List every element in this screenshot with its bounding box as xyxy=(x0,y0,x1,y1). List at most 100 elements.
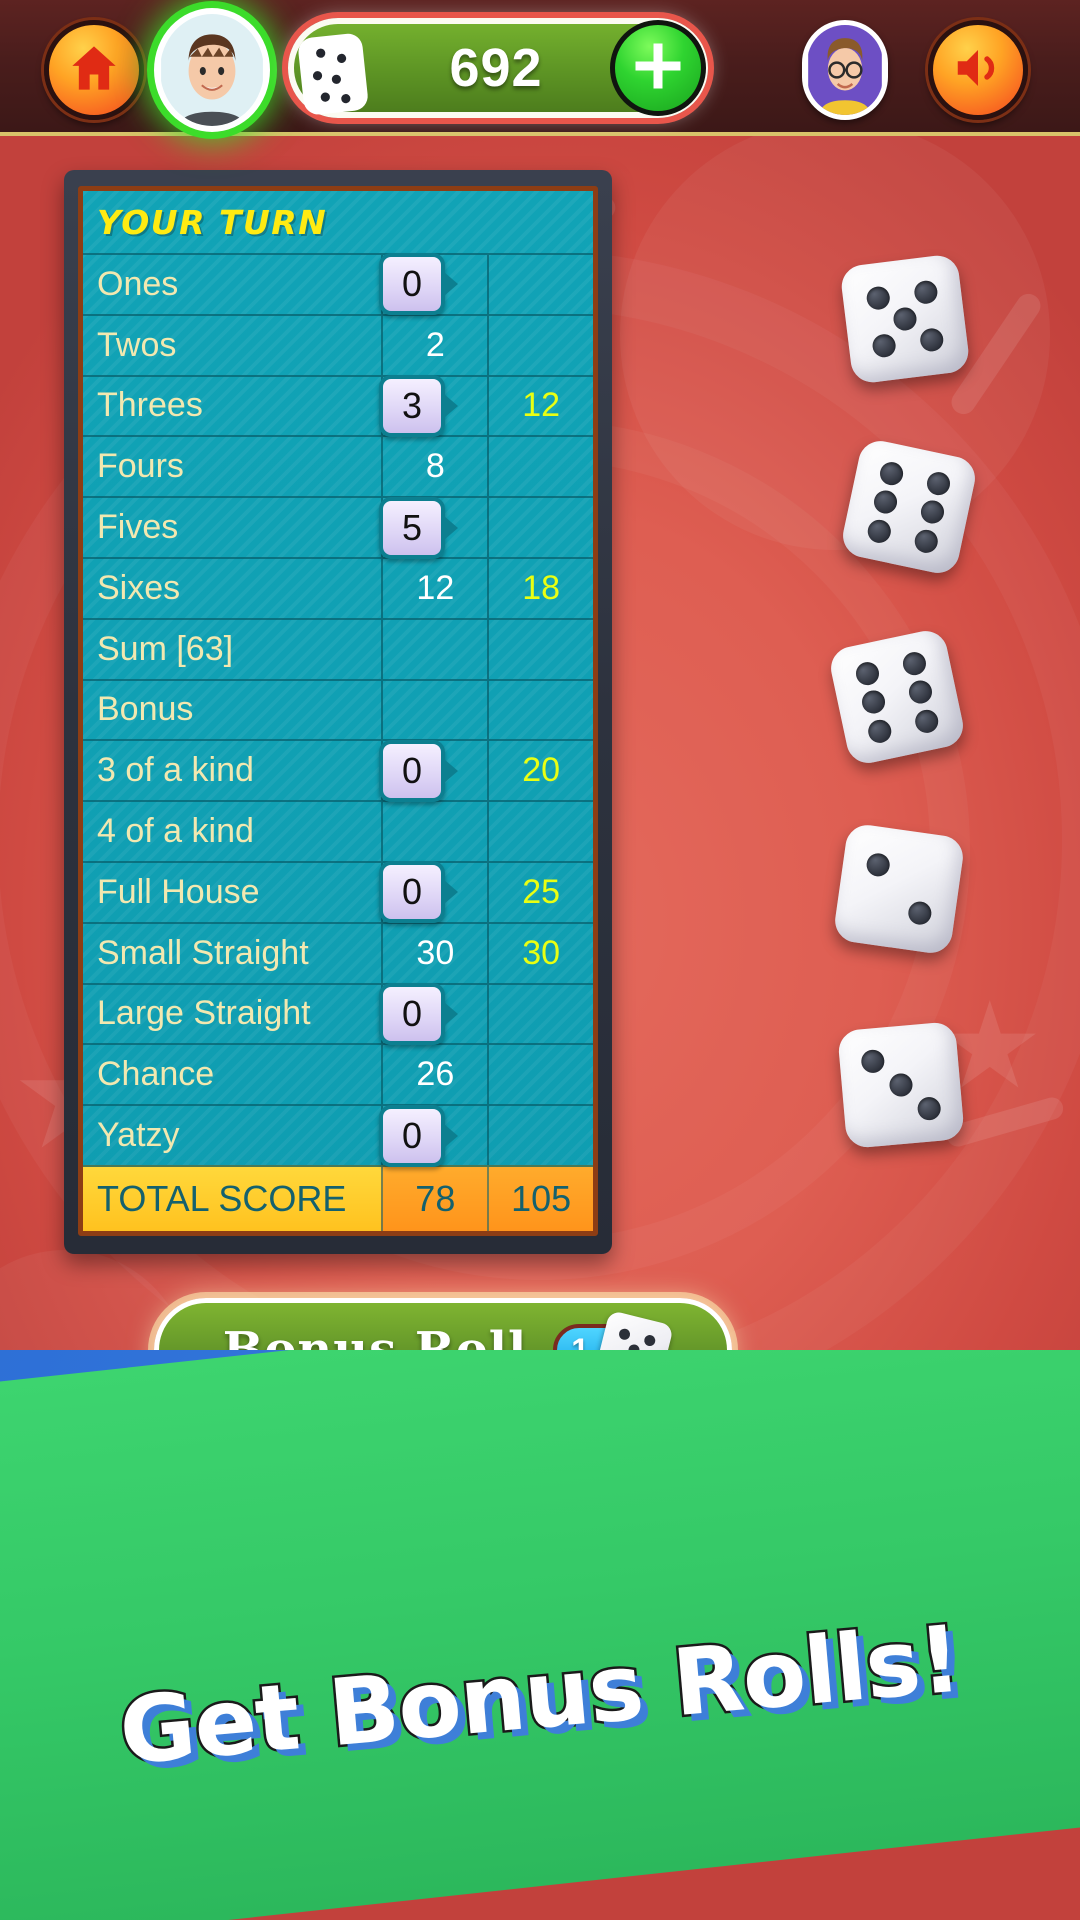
die-pip xyxy=(860,688,888,716)
player-avatar[interactable] xyxy=(154,8,270,132)
scorecard-row-label: Ones xyxy=(97,264,179,303)
die-pip xyxy=(906,900,933,927)
scorecard-header: YOUR TURN xyxy=(97,202,328,242)
scorecard-cell-opponent xyxy=(487,680,593,740)
opponent-avatar[interactable] xyxy=(802,20,888,120)
die-pip xyxy=(865,285,892,312)
scorecard-cell-opponent xyxy=(487,255,593,314)
scorecard-row[interactable]: Sixes 12 18 xyxy=(83,556,593,618)
scorecard-cell-opponent: 12 xyxy=(487,376,593,436)
scorecard-cell-player: 30 xyxy=(381,923,487,983)
score-suggestion-chip[interactable]: 0 xyxy=(379,982,445,1045)
scorecard-row-label: Large Straight xyxy=(97,994,311,1033)
die-1[interactable] xyxy=(839,253,971,385)
die-pip xyxy=(872,488,900,516)
die-pip xyxy=(643,1333,657,1348)
promo-banner: Get Bonus Rolls! xyxy=(0,1350,1080,1920)
scorecard-cell-opponent: 30 xyxy=(487,923,593,983)
scorecard-row[interactable]: Sum [63] xyxy=(83,617,593,679)
scorecard-row-label: Bonus xyxy=(97,690,194,729)
coin-count-label: 692 xyxy=(449,38,543,98)
scorecard-row[interactable]: Ones 0 xyxy=(83,253,593,316)
score-suggestion-chip[interactable]: 0 xyxy=(379,739,445,802)
plus-icon xyxy=(631,39,685,98)
die-pip xyxy=(924,469,952,497)
scorecard-cell-player xyxy=(381,619,487,679)
opponent-avatar-image xyxy=(808,25,882,115)
scorecard-row[interactable]: Threes 12 3 xyxy=(83,374,593,437)
score-suggestion-chip[interactable]: 5 xyxy=(379,496,445,559)
scorecard-row-label: 4 of a kind xyxy=(97,812,254,851)
score-suggestion-chip[interactable]: 0 xyxy=(379,1104,445,1167)
scorecard-row-label: Full House xyxy=(97,872,260,911)
scorecard-row-label: Sum [63] xyxy=(97,629,234,668)
scorecard-row[interactable]: 3 of a kind 20 0 xyxy=(83,739,593,802)
total-score-opponent: 105 xyxy=(487,1166,593,1231)
die-3[interactable] xyxy=(827,627,967,767)
total-score-row: TOTAL SCORE 78 105 xyxy=(83,1164,593,1231)
scorecard-cell-opponent xyxy=(487,802,593,861)
scorecard-row[interactable]: Full House 25 0 xyxy=(83,860,593,924)
score-suggestion-chip[interactable]: 0 xyxy=(379,861,445,924)
score-suggestion-chip[interactable]: 3 xyxy=(379,374,445,437)
die-pip xyxy=(866,517,894,545)
add-coins-button[interactable] xyxy=(610,20,706,116)
scorecard-row[interactable]: Fives 5 xyxy=(83,496,593,559)
scorecard-cell-opponent xyxy=(487,1045,593,1105)
die-pip xyxy=(865,851,892,878)
scorecard-cell-opponent xyxy=(487,619,593,679)
scorecard-row-label: Yatzy xyxy=(97,1116,180,1155)
die-pip xyxy=(888,1072,914,1098)
total-score-label: TOTAL SCORE xyxy=(97,1177,347,1219)
scorecard-row-label: Fours xyxy=(97,447,184,486)
scorecard-row-label: Small Straight xyxy=(97,933,309,972)
scorecard-cell-player: 12 xyxy=(381,558,487,618)
scorecard-row-label: 3 of a kind xyxy=(97,751,254,790)
die-pip xyxy=(900,649,928,677)
die-pip xyxy=(854,659,882,687)
scorecard-cell-player: 26 xyxy=(381,1045,487,1105)
scorecard-cell-player xyxy=(381,680,487,740)
coin-counter[interactable]: 692 xyxy=(288,18,708,118)
scorecard-panel: YOUR TURN Ones 0 Twos 2 Threes 12 3 Fours 8 Fives… xyxy=(64,170,612,1254)
scorecard-row[interactable]: Bonus xyxy=(83,678,593,740)
scorecard-cell-opponent: 25 xyxy=(487,862,593,922)
dice-currency-icon xyxy=(298,33,368,115)
die-4[interactable] xyxy=(832,822,966,956)
scorecard-row-label: Twos xyxy=(97,325,177,364)
die-pip xyxy=(918,498,946,526)
scorecard-row[interactable]: Twos 2 xyxy=(83,313,593,375)
scorecard-row[interactable]: Fours 8 xyxy=(83,435,593,497)
die-pip xyxy=(860,1048,886,1074)
scorecard-cell-opponent xyxy=(487,437,593,497)
scorecard-cell-opponent: 20 xyxy=(487,741,593,801)
scorecard-row-label: Chance xyxy=(97,1055,215,1094)
die-pip xyxy=(871,332,898,359)
total-score-player: 78 xyxy=(381,1166,488,1231)
score-suggestion-chip[interactable]: 0 xyxy=(379,253,445,316)
scorecard-cell-opponent xyxy=(487,315,593,375)
scorecard-row[interactable]: Large Straight 0 xyxy=(83,982,593,1045)
die-pip xyxy=(912,707,940,735)
die-pip xyxy=(916,1096,942,1122)
scorecard-cell-opponent xyxy=(487,498,593,557)
die-pip xyxy=(918,326,945,353)
scorecard-row[interactable]: Chance 26 xyxy=(83,1043,593,1105)
scorecard-row[interactable]: Small Straight 30 30 xyxy=(83,921,593,983)
die-5[interactable] xyxy=(837,1021,965,1149)
die-pip xyxy=(892,306,918,332)
die-pip xyxy=(906,678,934,706)
scorecard-cell-player: 8 xyxy=(381,437,487,497)
die-2[interactable] xyxy=(839,437,979,577)
top-bar: 692 xyxy=(0,0,1080,136)
scorecard-row[interactable]: Yatzy 0 xyxy=(83,1104,593,1167)
scorecard-row[interactable]: 4 of a kind0 xyxy=(83,800,593,861)
player-avatar-image xyxy=(161,14,263,126)
die-pip xyxy=(866,717,894,745)
die-pip xyxy=(912,527,940,555)
sound-button[interactable] xyxy=(928,20,1028,120)
scorecard-grid: YOUR TURN Ones 0 Twos 2 Threes 12 3 Fours 8 Fives… xyxy=(83,191,593,1231)
sound-on-icon xyxy=(951,41,1005,100)
scorecard-inner: YOUR TURN Ones 0 Twos 2 Threes 12 3 Fours 8 Fives… xyxy=(78,186,598,1236)
home-button[interactable] xyxy=(44,20,144,120)
